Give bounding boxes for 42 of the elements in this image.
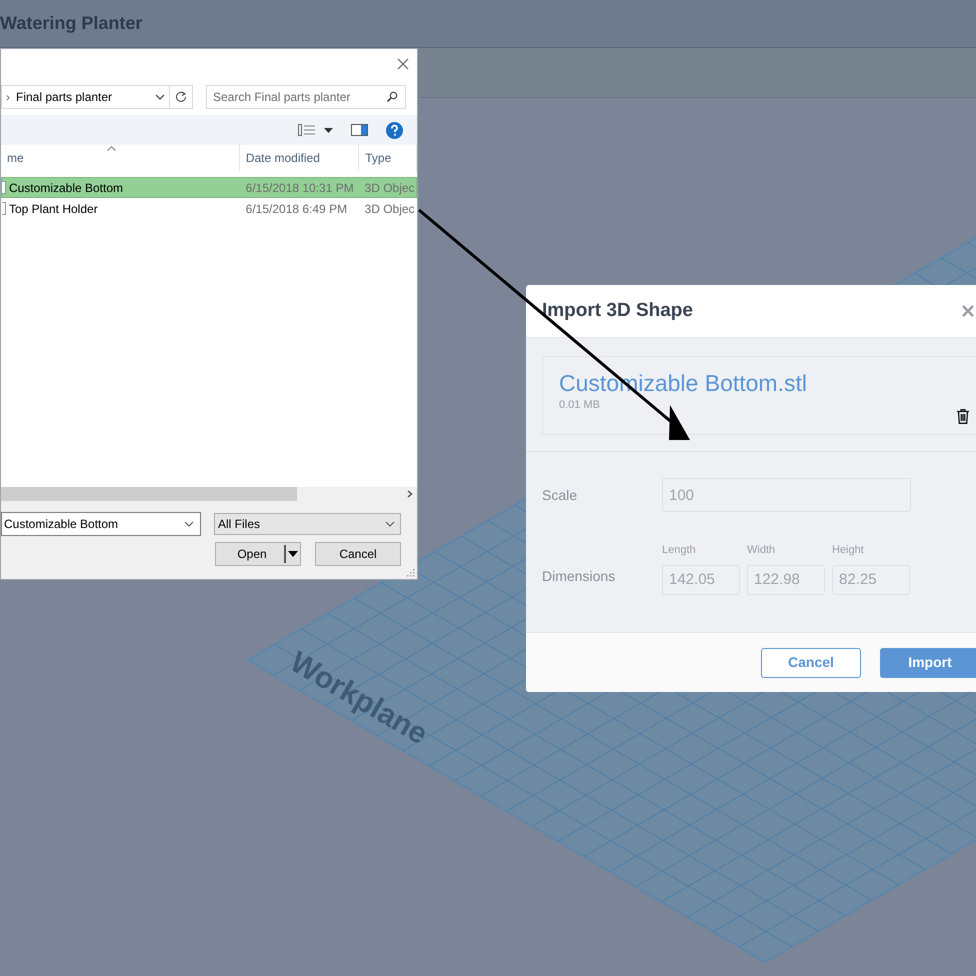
search-icon [386, 91, 398, 103]
refresh-icon[interactable] [175, 91, 187, 103]
table-cell-text: Top Plant Holder [8, 200, 99, 218]
sort-icon [107, 146, 116, 151]
view-options-icon[interactable] [298, 124, 316, 136]
breadcrumb-separator: › [6, 89, 10, 106]
dropdown-icon [184, 521, 194, 527]
table-cell-text: 6/15/2018 6:49 PM [244, 200, 348, 218]
scroll-right-icon[interactable] [407, 490, 413, 498]
preview-pane-icon[interactable] [351, 124, 368, 136]
table-cell-text: 3D Objec [364, 180, 416, 196]
field-label: Length [662, 543, 697, 558]
caret-icon[interactable] [288, 551, 298, 557]
cancel-button[interactable]: Cancel [315, 542, 401, 566]
table-cell-text: 6/15/2018 10:31 PM [244, 180, 355, 196]
address-text: Final parts planter [16, 89, 114, 106]
resize-grip-icon[interactable] [407, 569, 415, 577]
dropdown-icon [385, 521, 395, 527]
scrollbar-thumb[interactable] [1, 487, 297, 501]
dialog-title: Import 3D Shape [542, 298, 693, 323]
close-icon[interactable] [397, 58, 409, 70]
search-field[interactable]: Search Final parts planter [206, 85, 406, 109]
field-label: Width [747, 543, 776, 558]
open-button[interactable]: Open [215, 542, 301, 566]
project-title: Watering Planter [0, 12, 142, 35]
scale-label: Scale [542, 486, 578, 504]
help-icon[interactable] [386, 122, 403, 138]
table-cell-text: 3D Objec [364, 200, 416, 218]
file-name-combo[interactable]: Customizable Bottom [1, 512, 201, 536]
file-row[interactable]: Customizable Bottom 6/15/2018 10:31 PM 3D Objec [1, 177, 417, 198]
dimensions-label: Dimensions [542, 566, 616, 586]
column-header[interactable]: Type [359, 145, 417, 171]
table-cell-text: Customizable Bottom [8, 180, 124, 196]
file-type-combo[interactable]: All Files [214, 513, 401, 535]
trash-icon[interactable] [957, 409, 969, 424]
column-header[interactable]: Date modified [240, 145, 360, 171]
caret-icon[interactable] [324, 128, 333, 132]
dropdown-icon[interactable] [155, 94, 165, 100]
column-header[interactable]: me [1, 145, 240, 171]
field-label: Height [832, 543, 865, 558]
address-bar[interactable]: › Final parts planter [1, 85, 193, 109]
file-size: 0.01 MB [559, 398, 601, 413]
